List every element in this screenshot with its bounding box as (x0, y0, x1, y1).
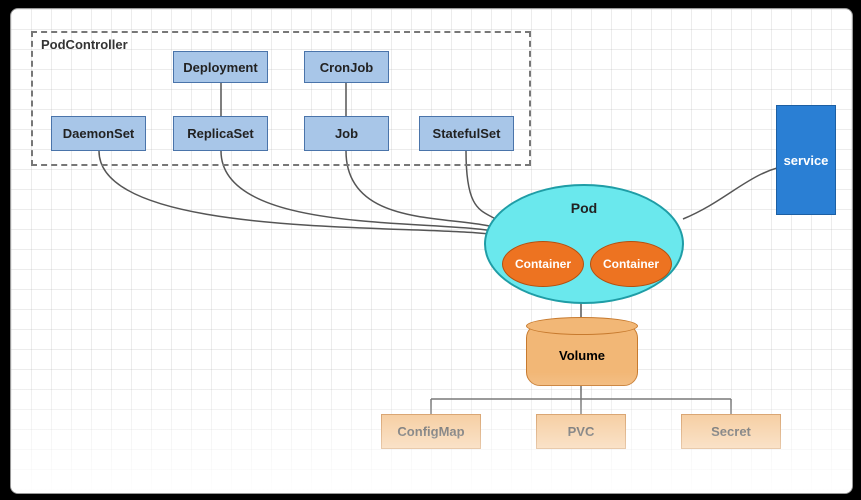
pod-controller-label: PodController (41, 37, 128, 52)
secret-node: Secret (681, 414, 781, 449)
statefulset-node: StatefulSet (419, 116, 514, 151)
replicaset-node: ReplicaSet (173, 116, 268, 151)
configmap-node: ConfigMap (381, 414, 481, 449)
service-node: service (776, 105, 836, 215)
deployment-node: Deployment (173, 51, 268, 83)
job-node: Job (304, 116, 389, 151)
diagram-canvas: PodController Deployment CronJob DaemonS… (10, 8, 853, 494)
pvc-node: PVC (536, 414, 626, 449)
pod-node: Pod Container Container (484, 184, 684, 304)
container-node-1: Container (502, 241, 584, 287)
pod-label: Pod (486, 200, 682, 216)
cronjob-node: CronJob (304, 51, 389, 83)
volume-label: Volume (559, 348, 605, 363)
volume-node: Volume (526, 324, 638, 386)
daemonset-node: DaemonSet (51, 116, 146, 151)
container-node-2: Container (590, 241, 672, 287)
